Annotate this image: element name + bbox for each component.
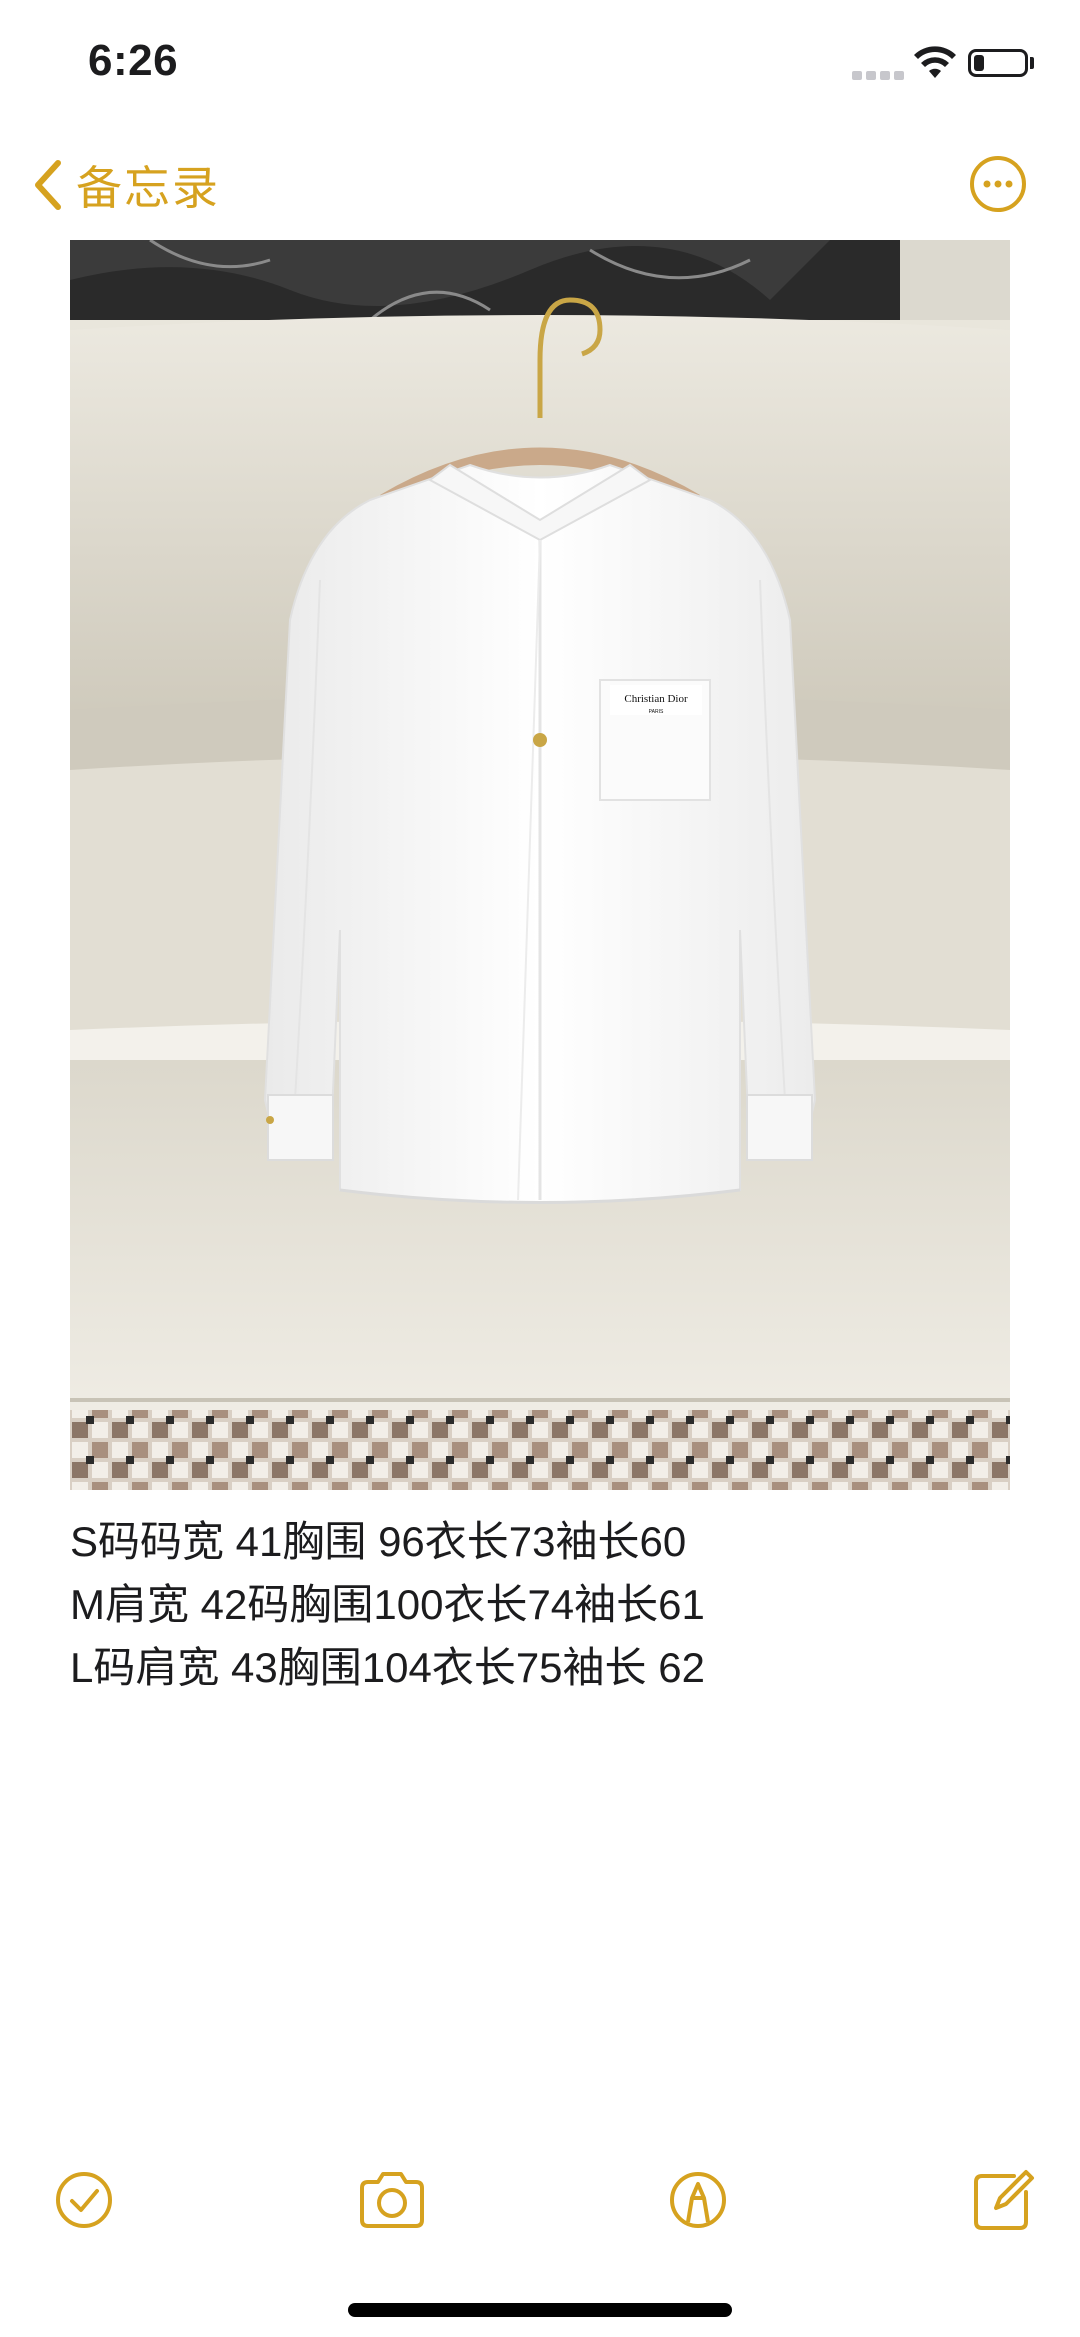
back-label: 备忘录: [76, 162, 220, 214]
status-time: 6:26: [88, 36, 179, 85]
camera-button[interactable]: [352, 2160, 432, 2240]
embroidery-text: Christian Dior: [624, 693, 688, 705]
markup-pen-icon: [670, 2172, 726, 2228]
note-body[interactable]: S码码宽 41胸围 96衣长73袖长60 M肩宽 42码胸围100衣长74袖长6…: [70, 1510, 1010, 1699]
note-line-size-m: M肩宽 42码胸围100衣长74袖长61: [70, 1581, 705, 1628]
shirt-photo-illustration: Christian Dior PARIS: [70, 240, 1010, 1490]
home-indicator[interactable]: [348, 2303, 732, 2317]
status-bar: 6:26: [0, 0, 1080, 130]
note-photo[interactable]: Christian Dior PARIS: [70, 240, 1010, 1490]
wifi-icon: [914, 46, 956, 78]
checklist-icon: [56, 2172, 112, 2228]
embroidery-subtext: PARIS: [649, 709, 664, 715]
note-line-size-l: L码肩宽 43胸围104衣长75袖长 62: [70, 1644, 705, 1691]
battery-icon: [968, 49, 1028, 77]
chevron-left-icon: [35, 160, 61, 210]
markup-button[interactable]: [658, 2160, 738, 2240]
cellular-signal-icon: [852, 66, 906, 80]
back-button[interactable]: 备忘录: [30, 140, 220, 230]
bottom-toolbar: [0, 2150, 1080, 2250]
battery-tip: [1030, 57, 1034, 69]
compose-button[interactable]: [962, 2160, 1042, 2240]
checklist-button[interactable]: [44, 2160, 124, 2240]
note-line-size-s: S码码宽 41胸围 96衣长73袖长60: [70, 1518, 687, 1565]
navigation-bar: 备忘录: [0, 140, 1080, 230]
more-button[interactable]: [968, 154, 1028, 214]
compose-icon: [974, 2170, 1034, 2230]
camera-icon: [360, 2172, 424, 2228]
battery-level: [974, 55, 984, 71]
ellipsis-circle-icon: [970, 156, 1026, 212]
